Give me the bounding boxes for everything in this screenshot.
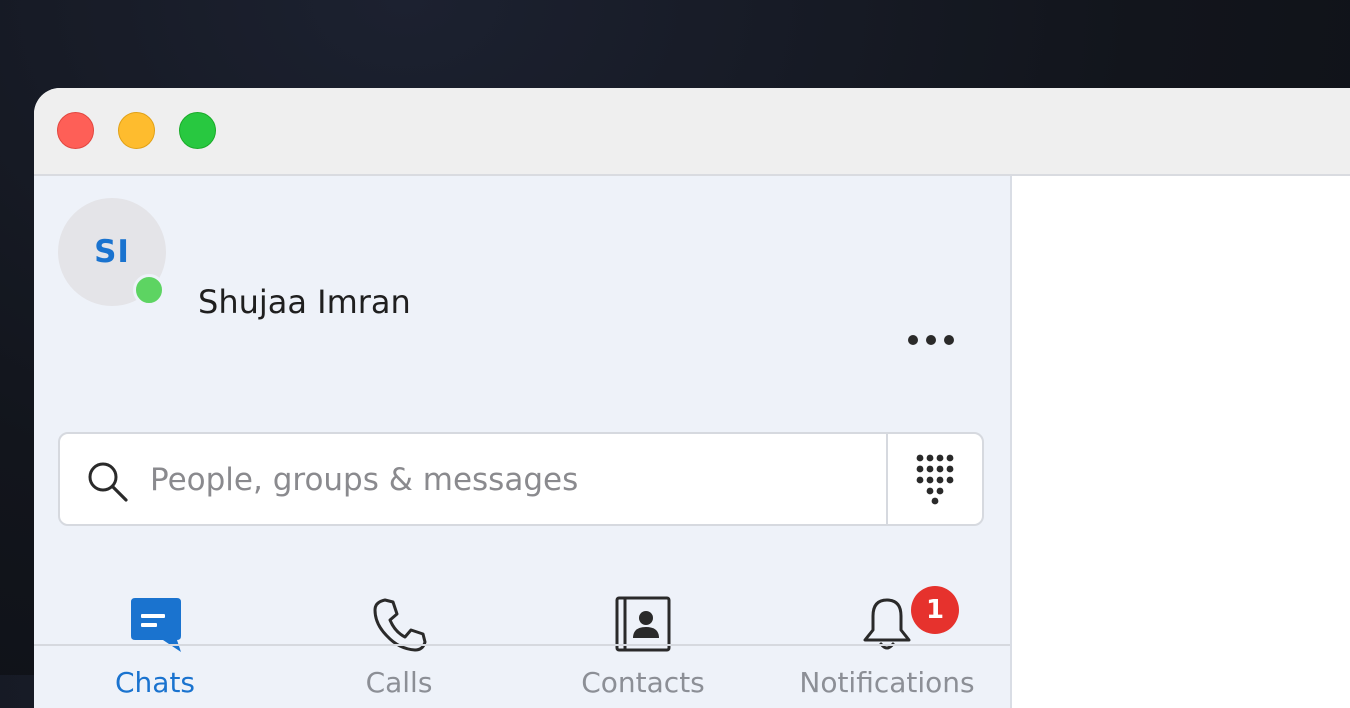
- search-input[interactable]: [148, 450, 872, 510]
- more-dot: [908, 335, 918, 345]
- sidebar: SI Shujaa Imran People, groups & message…: [34, 176, 1012, 708]
- avatar-initials: SI: [94, 234, 130, 270]
- search-bar: [58, 432, 984, 526]
- maximize-window-button[interactable]: [179, 112, 216, 149]
- tab-contacts[interactable]: Contacts: [523, 586, 763, 706]
- tab-label: Calls: [365, 666, 433, 699]
- more-dot: [926, 335, 936, 345]
- tab-label: Notifications: [799, 666, 975, 699]
- tab-label: Contacts: [581, 666, 705, 699]
- title-bar: [34, 88, 1350, 176]
- main-content-area: [1012, 176, 1350, 708]
- nav-tabs: Chats Calls Contacts 1 Notifications: [34, 586, 1010, 706]
- tab-calls[interactable]: Calls: [279, 586, 519, 706]
- dialpad-button[interactable]: [888, 434, 982, 524]
- notification-badge: 1: [911, 586, 959, 634]
- profile-name[interactable]: Shujaa Imran: [198, 283, 411, 321]
- tab-label: Chats: [114, 666, 196, 699]
- minimize-window-button[interactable]: [118, 112, 155, 149]
- tab-chats[interactable]: Chats: [35, 586, 275, 706]
- app-window: SI Shujaa Imran People, groups & message…: [34, 88, 1350, 708]
- more-dot: [944, 335, 954, 345]
- sidebar-divider: [34, 644, 1010, 646]
- dialpad-icon: [916, 454, 954, 505]
- close-window-button[interactable]: [57, 112, 94, 149]
- online-status-indicator: [133, 274, 165, 306]
- more-options-button[interactable]: [896, 322, 966, 358]
- tab-notifications[interactable]: 1 Notifications: [767, 586, 1007, 706]
- search-icon: [88, 462, 128, 502]
